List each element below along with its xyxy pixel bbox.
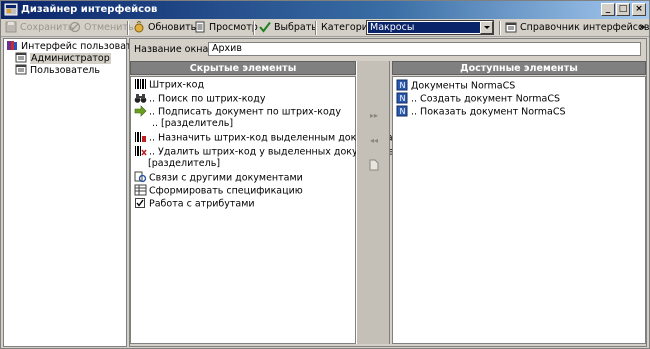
list-item[interactable]: Работа с атрибутами: [134, 198, 255, 210]
close-button[interactable]: ×: [632, 3, 646, 16]
user-profile-icon: [15, 52, 27, 63]
hidden-elements-header: Скрытые элементы: [130, 61, 356, 75]
select-button[interactable]: Выбрать: [259, 20, 317, 36]
checkbox-checked-icon: [134, 197, 147, 209]
cancel-icon: [69, 21, 81, 33]
checkmark-icon: [259, 21, 271, 33]
refresh-icon: [133, 19, 145, 33]
tree-administrator-label: Администратор: [30, 53, 111, 64]
barcode-assign-icon: [134, 131, 147, 143]
hidden-elements-list[interactable]: Штрих-код .. Поиск по штрих-коду .. Подп…: [130, 76, 400, 344]
arrow-right-icon: [134, 105, 147, 117]
specification-table-icon: [134, 184, 147, 196]
minimize-button[interactable]: _: [601, 3, 615, 16]
list-item[interactable]: N Документы NormaCS: [396, 79, 515, 92]
list-item[interactable]: .. Удалить штрих-код у выделенных докуме…: [134, 146, 394, 158]
list-item[interactable]: [разделитель]: [148, 158, 220, 170]
available-elements-list[interactable]: N Документы NormaCS N.. Создать документ …: [392, 76, 646, 344]
list-item[interactable]: .. Поиск по штрих-коду: [134, 93, 265, 105]
refresh-label: Обновить: [148, 22, 197, 33]
barcode-delete-icon: [134, 145, 147, 157]
category-select[interactable]: Макросы: [366, 20, 494, 35]
normacs-icon: N: [396, 105, 409, 117]
app-window: Дизайнер интерфейсов _ □ × Сохранить Отм…: [0, 0, 650, 349]
select-label: Выбрать: [274, 22, 317, 33]
interface-directory-button[interactable]: Справочник интерфейсов: [505, 20, 649, 36]
list-item[interactable]: .. [разделитель]: [148, 118, 233, 130]
interface-directory-label: Справочник интерфейсов: [520, 22, 650, 33]
window-name-input[interactable]: Архив: [208, 42, 641, 56]
barcode-icon: [134, 78, 147, 90]
directory-icon: [505, 21, 517, 33]
svg-text:N: N: [400, 107, 406, 116]
window-title: Дизайнер интерфейсов: [21, 4, 158, 15]
window-name-label: Название окна:: [134, 44, 212, 55]
toolbar-separator: [127, 21, 129, 35]
transfer-buttons-column: ▸▸ ◂◂: [356, 61, 390, 344]
tree-node-administrator[interactable]: Администратор: [15, 52, 111, 65]
toolbar-separator: [499, 21, 501, 35]
save-button[interactable]: Сохранить: [5, 20, 73, 36]
save-icon: [5, 21, 17, 33]
toolbar-separator: [253, 21, 255, 35]
title-bar[interactable]: Дизайнер интерфейсов _ □ ×: [1, 1, 649, 19]
list-item[interactable]: N.. Показать документ NormaCS: [396, 105, 566, 118]
list-item[interactable]: .. Подписать документ по штрих-коду: [134, 105, 341, 118]
new-document-icon[interactable]: [367, 159, 381, 171]
preview-icon: [194, 21, 206, 33]
category-value: Макросы: [368, 22, 480, 33]
move-right-icon[interactable]: ▸▸: [367, 111, 381, 121]
tree-node-root[interactable]: Интерфейс пользователя: [6, 41, 149, 53]
normacs-icon: N: [396, 92, 409, 104]
list-item[interactable]: Связи с другими документами: [134, 171, 303, 184]
user-profile-icon: [15, 64, 27, 75]
list-item[interactable]: Сформировать спецификацию: [134, 184, 303, 197]
move-left-icon[interactable]: ◂◂: [367, 136, 381, 146]
binoculars-icon: [134, 92, 147, 104]
toolbar: Сохранить Отменить Обновить Просмотр Выб…: [1, 19, 649, 37]
svg-text:N: N: [400, 81, 406, 90]
list-item[interactable]: Штрих-код: [134, 79, 204, 91]
user-interface-tree: Интерфейс пользователя Администратор Пол…: [3, 38, 149, 347]
toolbar-overflow-icon[interactable]: »: [639, 20, 645, 36]
maximize-button[interactable]: □: [616, 3, 630, 16]
save-label: Сохранить: [20, 22, 74, 33]
tree-node-user[interactable]: Пользователь: [15, 64, 100, 77]
available-elements-header: Доступные элементы: [392, 61, 646, 75]
preview-label: Просмотр: [209, 22, 258, 33]
cancel-button[interactable]: Отменить: [69, 20, 134, 36]
preview-button[interactable]: Просмотр: [194, 20, 258, 36]
tree-user-label: Пользователь: [30, 65, 100, 76]
normacs-icon: N: [396, 79, 409, 91]
editor-area: Название окна: Архив Скрытые элементы Шт…: [129, 38, 647, 347]
books-icon: [6, 40, 18, 51]
svg-text:N: N: [400, 94, 406, 103]
chevron-down-icon[interactable]: [480, 21, 493, 34]
refresh-button[interactable]: Обновить: [133, 19, 197, 36]
document-links-icon: [134, 171, 147, 183]
designer-app-icon: [4, 3, 18, 16]
list-item[interactable]: N.. Создать документ NormaCS: [396, 92, 560, 105]
toolbar-separator: [315, 21, 317, 35]
